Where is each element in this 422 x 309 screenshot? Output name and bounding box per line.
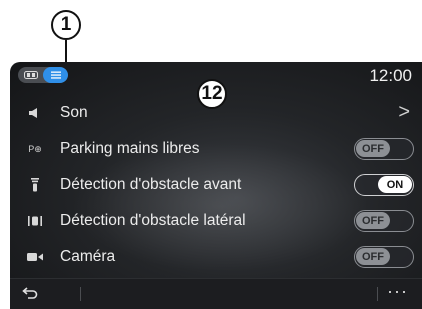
list-item-camera[interactable]: Caméra OFF: [10, 239, 422, 275]
toggle-state: OFF: [356, 212, 390, 229]
callout-12: 12: [197, 79, 227, 109]
bottom-divider-right: [377, 287, 378, 301]
chevron-right-icon[interactable]: >: [398, 101, 410, 124]
camera-toggle[interactable]: OFF: [354, 246, 414, 268]
list-view-icon: [50, 71, 61, 79]
bottom-divider-left: [80, 287, 81, 301]
list-item-label: Son: [60, 104, 88, 121]
list-item-label: Détection d'obstacle avant: [60, 176, 242, 193]
callout-1: 1: [51, 10, 81, 40]
list-item-label: Détection d'obstacle latéral: [60, 212, 246, 229]
clock: 12:00: [369, 66, 412, 85]
bottom-bar: ···: [10, 278, 422, 309]
back-button[interactable]: [22, 286, 38, 305]
toggle-state: ON: [378, 176, 412, 193]
view-mode-toggle[interactable]: [18, 67, 68, 83]
list-item-detection-obstacle-avant[interactable]: Détection d'obstacle avant ON: [10, 167, 422, 203]
settings-list: Son > P⊕ Parking mains libres OFF Détect…: [10, 95, 422, 275]
parking-hands-free-icon: P⊕: [28, 143, 42, 154]
speaker-icon: [18, 107, 52, 119]
widget-view-icon: [23, 71, 38, 79]
list-item-parking-mains-libres[interactable]: P⊕ Parking mains libres OFF: [10, 131, 422, 167]
camera-icon: [18, 252, 52, 262]
list-item-detection-obstacle-lateral[interactable]: Détection d'obstacle latéral OFF: [10, 203, 422, 239]
toggle-state: OFF: [356, 248, 390, 265]
list-item-label: Caméra: [60, 248, 116, 265]
more-options-button[interactable]: ···: [387, 281, 408, 302]
widget-view-button[interactable]: [18, 67, 43, 83]
detection-obstacle-avant-toggle[interactable]: ON: [354, 174, 414, 196]
list-view-button[interactable]: [43, 67, 68, 83]
list-item-label: Parking mains libres: [60, 140, 200, 157]
detection-obstacle-lateral-toggle[interactable]: OFF: [354, 210, 414, 232]
toggle-state: OFF: [356, 140, 390, 157]
front-obstacle-sensor-icon: [18, 178, 52, 192]
back-arrow-icon: [22, 287, 38, 299]
parking-mains-libres-toggle[interactable]: OFF: [354, 138, 414, 160]
side-obstacle-sensor-icon: [18, 215, 52, 227]
